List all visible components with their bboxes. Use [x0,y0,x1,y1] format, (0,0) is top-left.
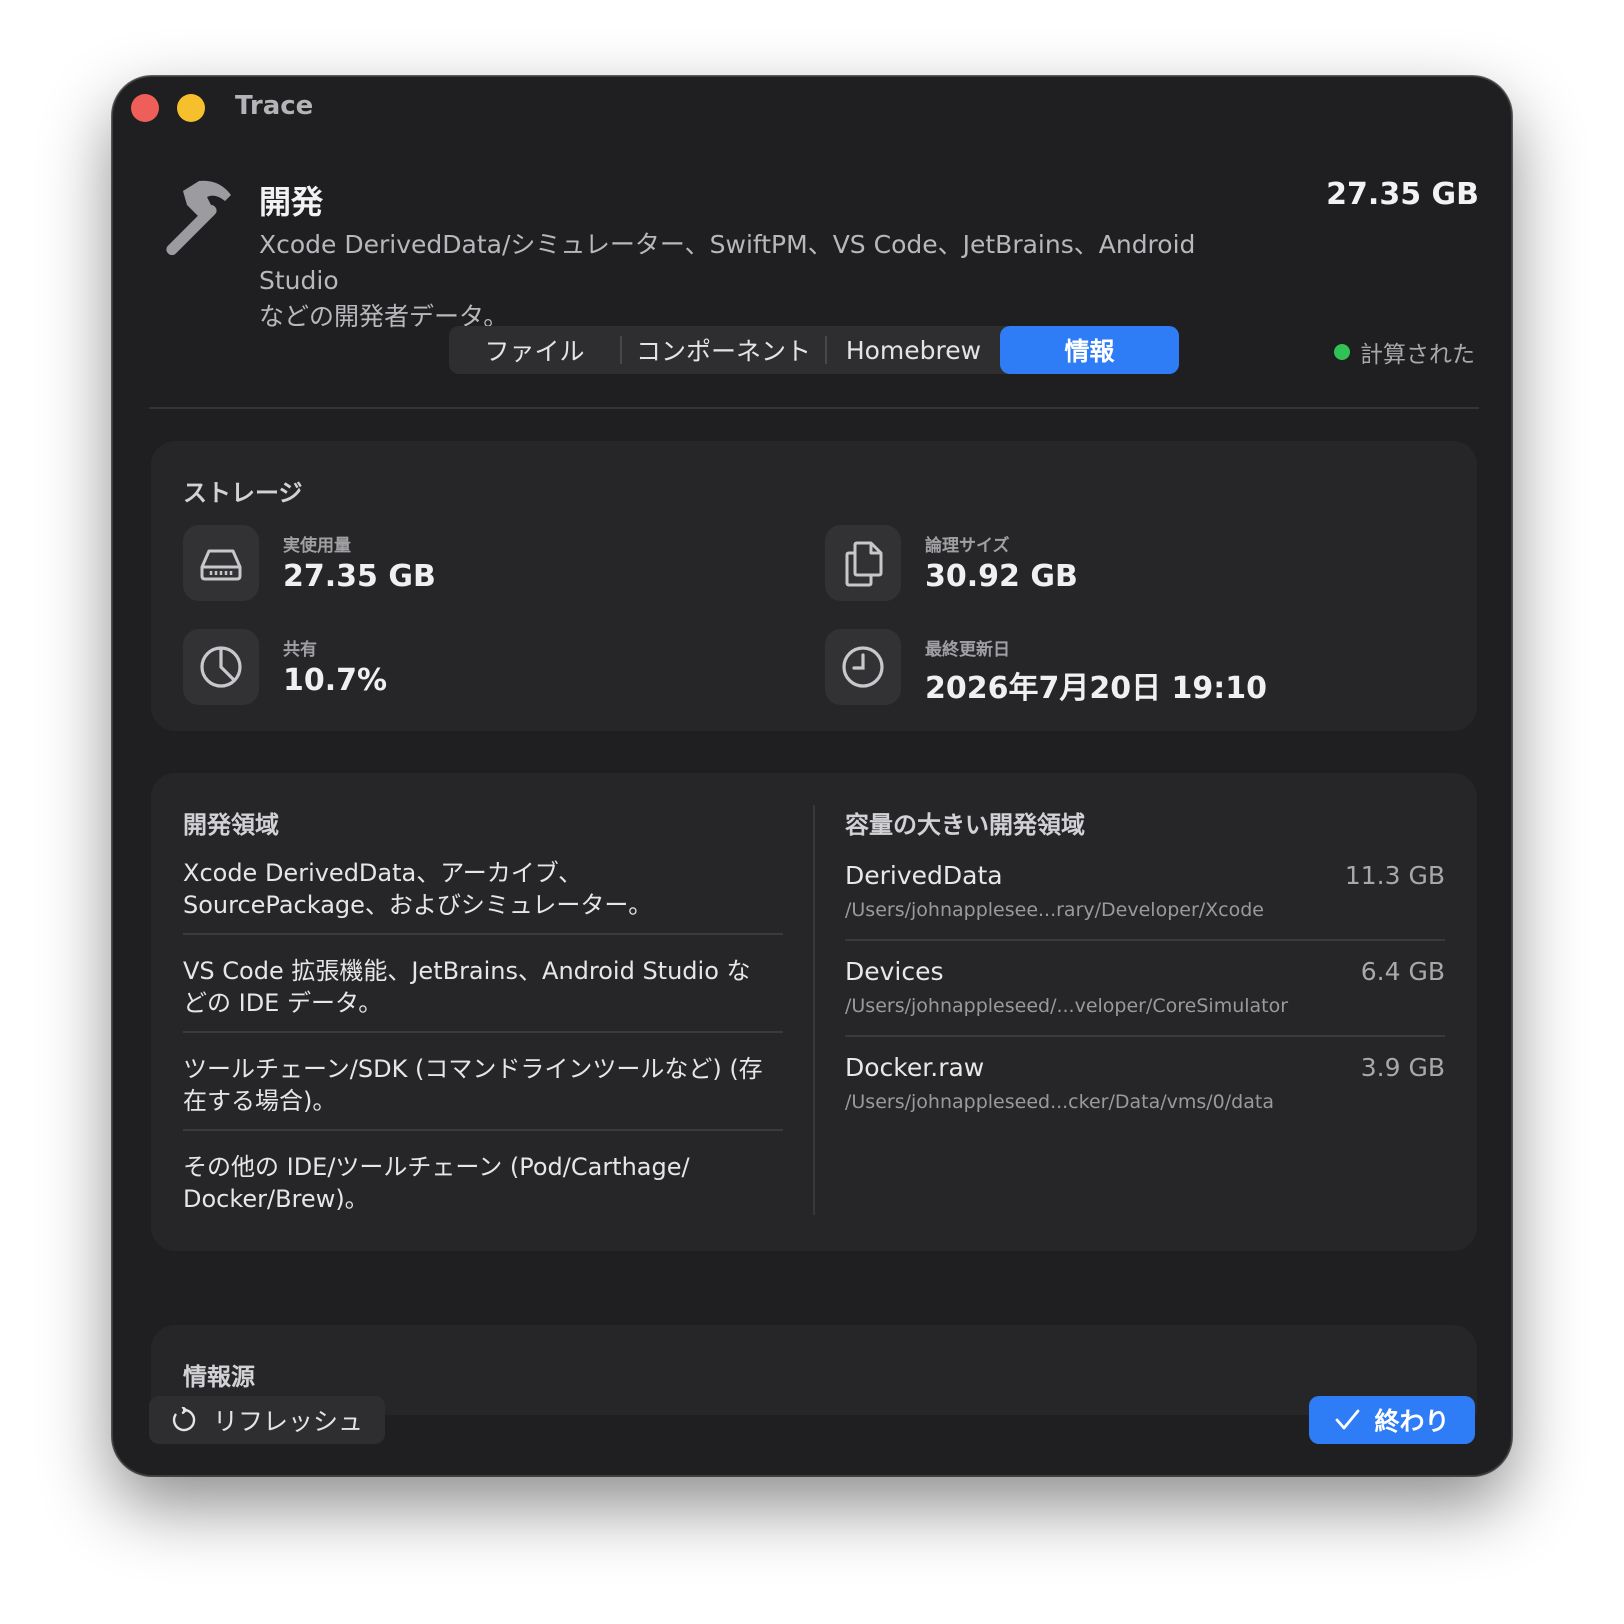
item-path: /Users/johnappleseed/...veloper/CoreSimu… [845,995,1289,1017]
list-item: その他の IDE/ツールチェーン (Pod/Carthage/ Docker/B… [183,1153,690,1213]
storage-panel: ストレージ 実使用量 27.35 GB 論理サイズ 30.92 GB 共有 10… [151,441,1477,731]
development-areas-panel: 開発領域 Xcode DerivedData、アーカイブ、 SourcePack… [151,773,1477,1251]
list-item: VS Code 拡張機能、JetBrains、Android Studio な … [183,957,751,1017]
stat-label: 実使用量 [283,536,351,556]
stat-value: 2026年7月20日 19:10 [925,671,1268,706]
minimize-window-button[interactable] [177,94,205,122]
total-size: 27.35 GB [1326,177,1479,212]
item-name: Devices [845,957,944,986]
header-divider [149,407,1479,409]
tab-bar: ファイル コンポーネント Homebrew 情報 [449,326,1179,374]
item-path: /Users/johnappleseed...cker/Data/vms/0/d… [845,1091,1274,1113]
item-path: /Users/johnapplesee...rary/Developer/Xco… [845,899,1264,921]
list-divider [183,1031,783,1033]
dev-areas-heading: 開発領域 [183,811,279,839]
stat-label: 論理サイズ [925,536,1010,556]
documents-icon [845,541,883,587]
category-title: 開発 [259,183,324,221]
stat-last-modified: 最終更新日 2026年7月20日 19:10 [825,629,1385,709]
status-label: 計算された [1360,342,1475,368]
stat-value: 10.7% [283,663,388,698]
title-bar: Trace [113,77,1511,141]
tab-files[interactable]: ファイル [449,326,620,374]
stat-logical-size: 論理サイズ 30.92 GB [825,525,1385,605]
close-window-button[interactable] [131,94,159,122]
large-area-item[interactable]: Devices 6.4 GB /Users/johnappleseed/...v… [845,957,1445,1037]
stat-value: 27.35 GB [283,559,436,594]
list-divider [845,1035,1445,1037]
large-areas-column: 容量の大きい開発領域 DerivedData 11.3 GB /Users/jo… [845,773,1445,1251]
window-title: Trace [235,91,314,121]
list-divider [183,933,783,935]
refresh-icon [172,1407,196,1432]
stat-value: 30.92 GB [925,559,1078,594]
large-area-item[interactable]: DerivedData 11.3 GB /Users/johnapplesee.… [845,861,1445,941]
drive-icon [200,549,242,581]
column-divider [813,805,815,1215]
stat-label: 最終更新日 [925,640,1010,660]
done-button[interactable]: 終わり [1309,1396,1475,1444]
list-divider [183,1129,783,1131]
refresh-label: リフレッシュ [213,1407,364,1436]
sources-heading: 情報源 [183,1363,255,1391]
category-description: Xcode DerivedData/シミュレーター、SwiftPM、VS Cod… [259,230,1196,331]
item-name: Docker.raw [845,1053,985,1082]
checkmark-icon [1336,1409,1360,1430]
tab-components[interactable]: コンポーネント [622,326,825,374]
item-name: DerivedData [845,861,1003,890]
dev-areas-column: 開発領域 Xcode DerivedData、アーカイブ、 SourcePack… [183,773,783,1251]
status-dot-icon [1334,344,1350,360]
list-divider [845,939,1445,941]
pie-chart-icon [200,646,242,688]
list-item: ツールチェーン/SDK (コマンドラインツールなど) (存 在する場合)。 [183,1055,763,1115]
item-size: 6.4 GB [1360,957,1445,986]
large-area-item[interactable]: Docker.raw 3.9 GB /Users/johnappleseed..… [845,1053,1445,1133]
item-size: 11.3 GB [1344,861,1445,890]
list-item: Xcode DerivedData、アーカイブ、 SourcePackage、お… [183,859,653,919]
clock-icon [842,646,884,688]
calculation-status: 計算された [1334,335,1475,369]
done-label: 終わり [1374,1407,1450,1436]
app-window: Trace 開発 Xcode DerivedData/シミュレーター、Swift… [112,76,1512,1476]
item-size: 3.9 GB [1360,1053,1445,1082]
storage-heading: ストレージ [183,479,303,507]
stat-label: 共有 [283,640,317,660]
large-areas-heading: 容量の大きい開発領域 [845,811,1085,839]
tab-homebrew[interactable]: Homebrew [827,326,1000,374]
refresh-button[interactable]: リフレッシュ [149,1396,385,1444]
stat-actual-usage: 実使用量 27.35 GB [183,525,743,605]
stat-shared: 共有 10.7% [183,629,743,709]
hammer-icon [166,180,231,256]
tab-info[interactable]: 情報 [999,326,1179,374]
